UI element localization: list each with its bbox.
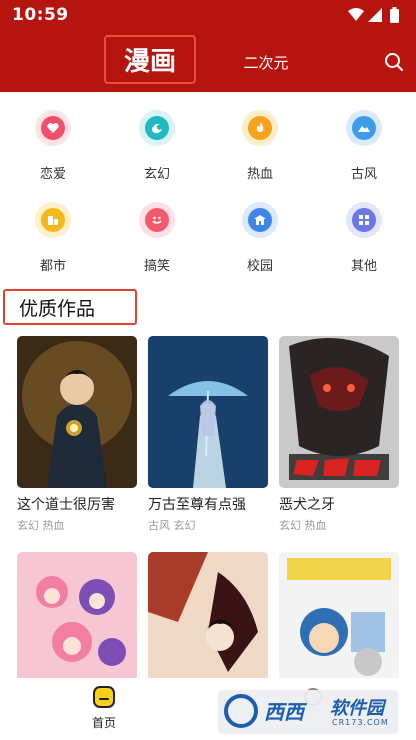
search-icon[interactable] <box>383 51 405 73</box>
category-label: 热血 <box>246 167 273 182</box>
smile-icon <box>139 202 175 238</box>
watermark: 西西 软件园 CR173.COM <box>218 690 398 734</box>
app-header: 10:59 漫画 二次元 <box>0 0 416 92</box>
watermark-logo-icon <box>224 694 258 728</box>
watermark-text: 西西 <box>264 700 304 724</box>
category-label: 搞笑 <box>143 259 170 274</box>
category-fantasy[interactable]: 玄幻 <box>117 92 197 182</box>
category-campus[interactable]: 校园 <box>220 184 300 274</box>
mountain-icon <box>346 110 382 146</box>
category-ancient[interactable]: 古风 <box>324 92 404 182</box>
watermark-text: 软件园 <box>330 698 384 719</box>
category-urban[interactable]: 都市 <box>13 184 93 274</box>
section-title: 优质作品 <box>3 289 137 325</box>
tab-manhua[interactable]: 漫画 <box>104 35 196 84</box>
work-tags: 古风 玄幻 <box>148 519 196 532</box>
work-title: 万古至尊有点强 <box>148 497 246 513</box>
work-title: 这个道士很厉害 <box>17 497 115 513</box>
category-label: 其他 <box>350 259 377 274</box>
school-icon <box>242 202 278 238</box>
status-bar: 10:59 <box>0 0 416 30</box>
category-label: 玄幻 <box>143 167 170 182</box>
wifi-icon <box>348 8 364 21</box>
nav-home-label: 首页 <box>91 716 116 730</box>
category-other[interactable]: 其他 <box>324 184 404 274</box>
work-tags: 玄幻 热血 <box>279 519 327 532</box>
signal-icon <box>368 8 382 22</box>
building-icon <box>35 202 71 238</box>
work-cover <box>148 336 268 488</box>
flame-icon <box>242 110 278 146</box>
home-icon <box>93 686 115 708</box>
category-hotblood[interactable]: 热血 <box>220 92 300 182</box>
tab-erciyuan[interactable]: 二次元 <box>234 52 298 73</box>
swirl-icon <box>139 110 175 146</box>
work-tags: 玄幻 热血 <box>17 519 65 532</box>
category-grid: 恋爱 玄幻 热血 古风 都市 搞笑 校园 其他 <box>0 92 416 282</box>
category-label: 校园 <box>246 259 273 274</box>
work-cover <box>279 336 399 488</box>
grid-icon <box>346 202 382 238</box>
battery-icon <box>390 7 399 23</box>
watermark-url: CR173.COM <box>332 718 389 727</box>
category-comedy[interactable]: 搞笑 <box>117 184 197 274</box>
category-label: 都市 <box>39 259 66 274</box>
status-icons <box>346 7 402 23</box>
category-label: 古风 <box>350 167 377 182</box>
category-romance[interactable]: 恋爱 <box>13 92 93 182</box>
work-cover <box>17 336 137 488</box>
nav-home[interactable]: 首页 <box>84 686 124 736</box>
heart-icon <box>35 110 71 146</box>
status-time: 10:59 <box>12 5 69 25</box>
category-label: 恋爱 <box>39 167 66 182</box>
work-title: 恶犬之牙 <box>279 497 335 513</box>
